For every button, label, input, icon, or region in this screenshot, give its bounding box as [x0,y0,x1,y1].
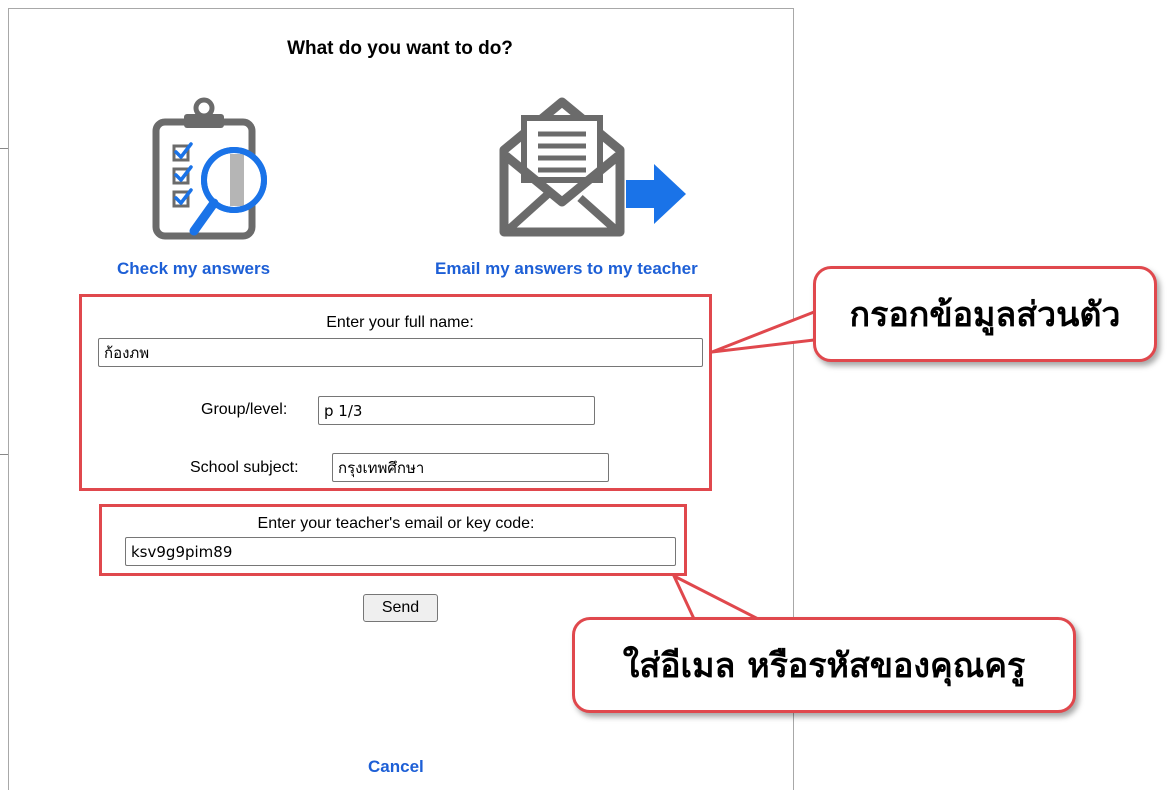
school-subject-label: School subject: [190,459,299,476]
email-my-answers-link[interactable]: Email my answers to my teacher [435,259,698,279]
group-level-input[interactable] [318,396,595,425]
check-my-answers-link[interactable]: Check my answers [117,259,270,279]
envelope-send-icon[interactable] [498,94,698,249]
teacher-code-input[interactable] [125,537,676,566]
full-name-input[interactable] [98,338,703,367]
clipboard-checklist-icon[interactable] [152,96,272,246]
group-level-label: Group/level: [201,401,288,418]
full-name-label: Enter your full name: [326,314,474,331]
teacher-code-label: Enter your teacher's email or key code: [257,515,535,532]
teacher-code-callout: ใส่อีเมล หรือรหัสของคุณครู [572,617,1076,713]
edge-mark [0,454,8,455]
send-button[interactable]: Send [363,594,438,622]
school-subject-input[interactable] [332,453,609,482]
personal-info-callout: กรอกข้อมูลส่วนตัว [813,266,1157,362]
dialog-title: What do you want to do? [287,38,513,59]
cancel-link[interactable]: Cancel [368,757,424,777]
edge-mark [0,148,8,149]
